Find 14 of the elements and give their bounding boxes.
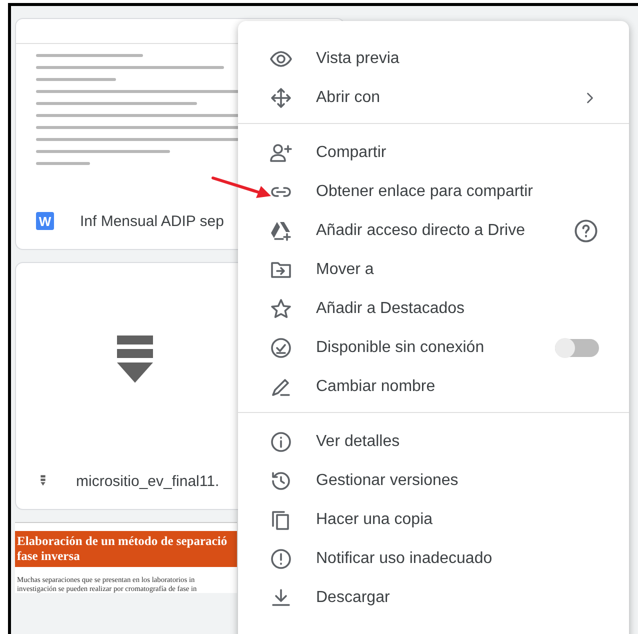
offline-toggle[interactable] <box>555 338 599 356</box>
alert-icon <box>269 546 293 570</box>
star-icon <box>269 296 293 320</box>
menu-item[interactable]: Descargar <box>238 578 629 617</box>
article-heading: Elaboración de un método de separació fase inversa <box>15 531 237 567</box>
info-icon <box>269 430 293 454</box>
menu-item[interactable]: Notificar uso inadecuado <box>238 539 629 578</box>
help-icon <box>573 218 599 244</box>
file-name: micrositio_ev_final11. <box>76 472 220 490</box>
move-arrows-icon <box>269 86 293 110</box>
check-circle-icon <box>269 336 293 360</box>
file-name: Inf Mensual ADIP sep <box>80 212 224 230</box>
annotation-arrow <box>212 176 271 198</box>
word-file-icon: W <box>36 212 54 230</box>
